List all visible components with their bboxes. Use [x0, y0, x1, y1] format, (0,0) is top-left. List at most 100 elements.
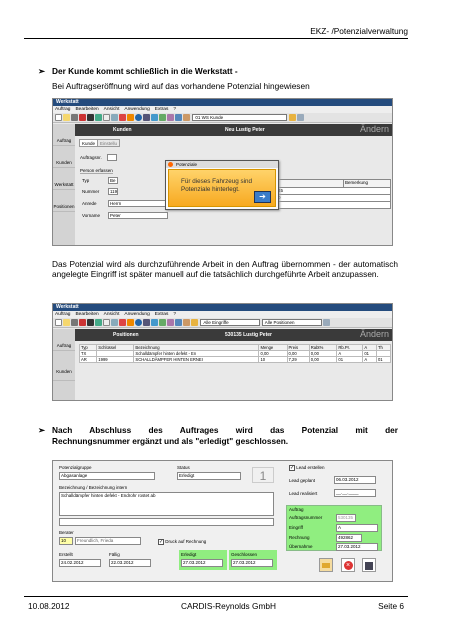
user-icon[interactable] — [175, 319, 182, 326]
positionen-select[interactable]: Alle Positionen — [261, 319, 322, 326]
menu-anwendung[interactable]: Anwendung — [124, 312, 149, 317]
mail-icon[interactable] — [119, 114, 126, 121]
print-icon[interactable] — [71, 114, 78, 121]
calc-icon[interactable] — [111, 319, 118, 326]
layout-icon[interactable] — [296, 114, 304, 121]
berater-number-field[interactable]: 10 — [59, 537, 73, 545]
tool-icon[interactable] — [95, 114, 102, 121]
menu-bearbeiten[interactable]: Bearbeiten — [75, 107, 98, 112]
sidebar-item-werkstatt[interactable]: Werkstatt — [53, 168, 75, 190]
tab-einstellungen[interactable]: Einstellu — [97, 139, 121, 147]
screenshot-werkstatt-popup: Werkstatt Auftrag Bearbeiten Ansicht Anwend… — [52, 98, 393, 246]
menu-auftrag[interactable]: Auftrag — [55, 107, 70, 112]
print-icon[interactable] — [71, 319, 78, 326]
cell: 01 — [375, 356, 392, 364]
typ-field[interactable]: Be — [108, 177, 118, 184]
folder-icon[interactable] — [63, 319, 70, 326]
druck-checkbox[interactable]: ✓ Druck auf Rechnung — [158, 539, 206, 545]
cut-icon[interactable] — [79, 114, 86, 121]
sidebar-item-kunden[interactable]: Kunden — [53, 146, 75, 168]
user-icon[interactable] — [175, 114, 182, 121]
bullet-section-2: ➢ Nach Abschluss des Auftrages wird das … — [38, 425, 398, 446]
calc-icon[interactable] — [111, 114, 118, 121]
settings-icon[interactable] — [143, 114, 150, 121]
aendern-label[interactable]: Ändern — [360, 330, 389, 339]
menu-extras[interactable]: Extras — [155, 107, 169, 112]
lead-realisiert-date[interactable]: __.__.____ — [334, 489, 376, 497]
layout-icon[interactable] — [323, 319, 331, 326]
bezeichnung-label: Bezeichnung / Bezeichnung intern — [59, 485, 128, 490]
sidebar-item-auftrag[interactable]: Auftrag — [53, 124, 75, 146]
popup-next-button[interactable]: ➔ — [254, 191, 271, 203]
geschlossen-date[interactable]: 27.03.2012 — [231, 559, 273, 567]
kunde-select[interactable]: 01 WS Kunde — [192, 114, 288, 121]
uebernahme-label: Übernahme — [289, 544, 313, 549]
grid-icon[interactable] — [151, 114, 158, 121]
binoculars-icon[interactable] — [87, 114, 94, 121]
folder-button[interactable] — [319, 558, 333, 572]
save-button[interactable] — [362, 558, 376, 572]
menu-ansicht[interactable]: Ansicht — [104, 107, 120, 112]
doc-icon[interactable] — [103, 319, 110, 326]
menu-bearbeiten[interactable]: Bearbeiten — [75, 312, 98, 317]
settings-icon[interactable] — [143, 319, 150, 326]
table-row[interactable]: AR 1999 SCHALLDÄMPFER HINTEN ERNEI 10 7,… — [78, 356, 392, 364]
arrow-bullet-icon: ➢ — [38, 66, 45, 76]
key-icon[interactable] — [183, 319, 190, 326]
status-select[interactable]: Erledigt — [177, 472, 241, 480]
doc-icon[interactable] — [103, 114, 110, 121]
cancel-button[interactable]: × — [341, 558, 355, 572]
info-icon[interactable] — [135, 319, 142, 326]
menu-anwendung[interactable]: Anwendung — [124, 107, 149, 112]
list-icon[interactable] — [159, 114, 166, 121]
menu-extras[interactable]: Extras — [155, 312, 169, 317]
bezeichnung-field[interactable]: Schalldämpfer hinten defekt - Endrohr ro… — [59, 492, 274, 516]
anrede-select[interactable]: Herrn — [108, 200, 168, 207]
sidebar-item-auftrag[interactable]: Auftrag — [53, 329, 75, 351]
sidebar-item-kunden[interactable]: Kunden — [53, 351, 75, 381]
list-icon[interactable] — [159, 319, 166, 326]
lead-checkbox[interactable]: ✓ Lead erstellen — [289, 465, 325, 471]
menu-help[interactable]: ? — [173, 312, 176, 317]
chart-icon[interactable] — [167, 114, 174, 121]
druck-label: Druck auf Rechnung — [165, 539, 207, 545]
auftragsnr-label: Auftragsnr. — [80, 155, 102, 160]
filter-icon[interactable] — [288, 114, 296, 121]
new-doc-icon[interactable] — [55, 114, 62, 121]
binoculars-icon[interactable] — [87, 319, 94, 326]
uebernahme-date[interactable]: 27.03.2012 — [336, 543, 378, 551]
calendar-icon[interactable] — [127, 114, 134, 121]
eingriffe-select[interactable]: Alle Eingriffe — [200, 319, 261, 326]
faellig-date[interactable]: 22.03.2012 — [109, 559, 151, 567]
tab-kunde[interactable]: Kunde — [79, 139, 99, 147]
aendern-label[interactable]: Ändern — [360, 125, 389, 134]
nummer-field[interactable]: 119 — [108, 188, 118, 195]
new-doc-icon[interactable] — [55, 319, 62, 326]
erledigt-date[interactable]: 27.03.2012 — [181, 559, 223, 567]
menu-help[interactable]: ? — [173, 107, 176, 112]
menu-auftrag[interactable]: Auftrag — [55, 312, 70, 317]
cell: SCHALLDÄMPFER HINTEN ERNEI — [133, 356, 260, 364]
filter-icon[interactable] — [191, 319, 198, 326]
sidebar-item-positionen[interactable]: Positionen — [53, 190, 75, 212]
info-icon[interactable] — [135, 114, 142, 121]
chart-icon[interactable] — [167, 319, 174, 326]
erstellt-date[interactable]: 24.02.2012 — [59, 559, 101, 567]
grid-icon[interactable] — [151, 319, 158, 326]
menu-ansicht[interactable]: Ansicht — [104, 312, 120, 317]
key-icon[interactable] — [183, 114, 190, 121]
cut-icon[interactable] — [79, 319, 86, 326]
mail-icon[interactable] — [119, 319, 126, 326]
rechnung-field[interactable]: 492862 — [336, 534, 362, 542]
lead-geplant-date[interactable]: 06.03.2012 — [334, 476, 376, 484]
eingriff-select[interactable]: A — [336, 524, 378, 532]
footer-rule — [24, 596, 408, 597]
calendar-icon[interactable] — [127, 319, 134, 326]
anrede-label: Anrede — [82, 201, 97, 206]
auftragsnr-field[interactable] — [107, 154, 117, 161]
tool-icon[interactable] — [95, 319, 102, 326]
vorname-field[interactable]: Peter — [108, 212, 168, 219]
bezeichnung-intern-field[interactable] — [59, 518, 274, 526]
potgruppe-select[interactable]: Abgasanlage — [59, 472, 155, 480]
folder-icon[interactable] — [63, 114, 70, 121]
